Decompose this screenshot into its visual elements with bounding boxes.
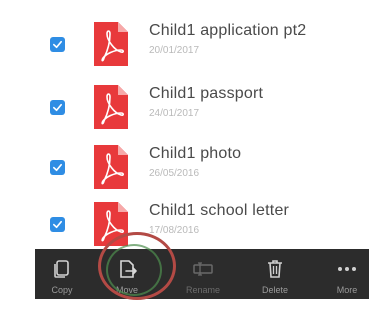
action-toolbar: Copy Move Rename Delete More (35, 249, 369, 299)
checkbox-checked-icon[interactable] (50, 100, 65, 115)
move-label: Move (115, 285, 138, 295)
delete-button[interactable]: Delete (245, 249, 305, 299)
checkbox-checked-icon[interactable] (50, 37, 65, 52)
file-selection-screen: Child1 application pt2 20/01/2017 Child1… (0, 0, 383, 311)
pdf-file-icon (94, 22, 128, 66)
file-date: 17/08/2016 (149, 225, 200, 236)
file-name: Child1 photo (149, 145, 242, 162)
file-name: Child1 school letter (149, 202, 290, 219)
file-row[interactable]: Child1 school letter 17/08/2016 (0, 198, 383, 256)
file-date: 24/01/2017 (149, 108, 200, 119)
rename-button[interactable]: Rename (173, 249, 233, 299)
file-name: Child1 passport (149, 85, 264, 102)
copy-button[interactable]: Copy (32, 249, 92, 299)
checkbox-checked-icon[interactable] (50, 160, 65, 175)
more-label: More (336, 285, 358, 295)
pdf-file-icon (94, 85, 128, 129)
file-name: Child1 application pt2 (149, 22, 307, 39)
rename-label: Rename (185, 285, 221, 295)
file-row[interactable]: Child1 application pt2 20/01/2017 (0, 18, 383, 76)
file-date: 26/05/2016 (149, 168, 200, 179)
more-button[interactable]: More (317, 249, 377, 299)
copy-icon (51, 258, 73, 280)
file-row[interactable]: Child1 passport 24/01/2017 (0, 81, 383, 139)
file-date: 20/01/2017 (149, 45, 200, 56)
pdf-file-icon (94, 202, 128, 246)
move-icon (116, 258, 138, 280)
copy-label: Copy (51, 285, 73, 295)
trash-icon (264, 258, 286, 280)
pdf-file-icon (94, 145, 128, 189)
checkbox-checked-icon[interactable] (50, 217, 65, 232)
delete-label: Delete (261, 285, 288, 295)
rename-icon (192, 258, 214, 280)
ellipsis-icon (336, 258, 358, 280)
move-button[interactable]: Move (97, 249, 157, 299)
file-row[interactable]: Child1 photo 26/05/2016 (0, 141, 383, 199)
